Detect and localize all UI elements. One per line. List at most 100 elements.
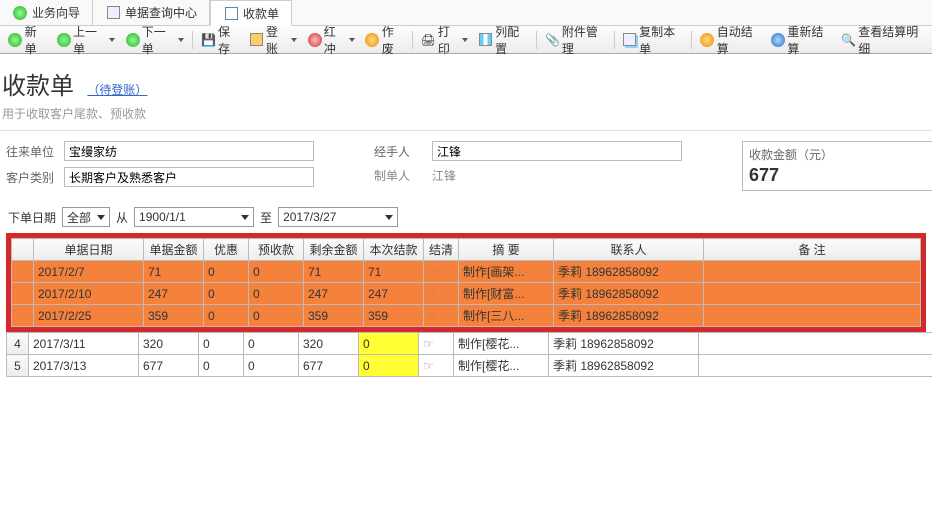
cell-summary[interactable]: 制作[樱花... <box>454 355 549 377</box>
cell-amount[interactable]: 359 <box>144 305 204 327</box>
chevron-down-icon <box>178 38 184 42</box>
guide-icon <box>12 5 28 21</box>
attach-button[interactable]: 📎附件管理 <box>541 21 610 59</box>
cell-thispay[interactable]: 71 <box>364 261 424 283</box>
handler-label: 经手人 <box>374 143 424 160</box>
columns-button[interactable]: 列配置 <box>474 21 532 59</box>
col-settle[interactable]: 结清 <box>424 239 459 261</box>
cell-date[interactable]: 2017/2/7 <box>34 261 144 283</box>
cell-discount[interactable]: 0 <box>199 333 244 355</box>
date-from-input[interactable]: 1900/1/1 <box>134 207 254 227</box>
cell-remain[interactable]: 359 <box>304 305 364 327</box>
cell-thispay[interactable]: 247 <box>364 283 424 305</box>
red-button[interactable]: 红冲 <box>303 21 359 59</box>
tab-label: 单据查询中心 <box>125 4 197 21</box>
col-date[interactable]: 单据日期 <box>34 239 144 261</box>
cell-date[interactable]: 2017/2/25 <box>34 305 144 327</box>
col-remain[interactable]: 剩余金额 <box>304 239 364 261</box>
cell-note[interactable] <box>699 333 932 355</box>
cell-discount[interactable]: 0 <box>204 305 249 327</box>
status-badge[interactable]: （待登账） <box>87 83 147 97</box>
col-contact[interactable]: 联系人 <box>554 239 704 261</box>
toolbar: 新单 上一单 下一单 💾保存 登账 红冲 作废 🖨打印 列配置 📎附件管理 复制… <box>0 26 932 54</box>
cell-thispay[interactable]: 0 <box>359 333 419 355</box>
cell-summary[interactable]: 制作[樱花... <box>454 333 549 355</box>
table-row[interactable]: 2017/2/25 359 0 0 359 359 ☞ 制作[三八... 季莉 … <box>12 305 921 327</box>
cell-date[interactable]: 2017/3/13 <box>29 355 139 377</box>
copy-button[interactable]: 复制本单 <box>619 21 688 59</box>
cell-contact[interactable]: 季莉 18962858092 <box>554 305 704 327</box>
table-row[interactable]: 2017/2/7 71 0 0 71 71 ☞ 制作[画架... 季莉 1896… <box>12 261 921 283</box>
cell-prepay[interactable]: 0 <box>249 305 304 327</box>
new-icon <box>8 32 23 48</box>
cell-amount[interactable]: 71 <box>144 261 204 283</box>
cell-remain[interactable]: 677 <box>299 355 359 377</box>
cell-thispay[interactable]: 0 <box>359 355 419 377</box>
cell-note[interactable] <box>699 355 932 377</box>
cust-type-input[interactable] <box>64 167 314 187</box>
cell-discount[interactable]: 0 <box>199 355 244 377</box>
cell-summary[interactable]: 制作[财富... <box>459 283 554 305</box>
cell-discount[interactable]: 0 <box>204 261 249 283</box>
col-amount[interactable]: 单据金额 <box>144 239 204 261</box>
new-button[interactable]: 新单 <box>4 21 51 59</box>
prev-button[interactable]: 上一单 <box>53 21 120 59</box>
col-thispay[interactable]: 本次结款 <box>364 239 424 261</box>
cell-prepay[interactable]: 0 <box>249 283 304 305</box>
cell-settle[interactable]: ☞ <box>424 283 459 305</box>
cell-remain[interactable]: 320 <box>299 333 359 355</box>
cell-remain[interactable]: 247 <box>304 283 364 305</box>
cell-thispay[interactable]: 359 <box>364 305 424 327</box>
col-note[interactable]: 备 注 <box>704 239 921 261</box>
cell-contact[interactable]: 季莉 18962858092 <box>549 355 699 377</box>
range-select[interactable]: 全部 <box>62 207 110 227</box>
table-row[interactable]: 2017/2/10 247 0 0 247 247 ☞ 制作[财富... 季莉 … <box>12 283 921 305</box>
chevron-down-icon <box>349 38 355 42</box>
cell-date[interactable]: 2017/3/11 <box>29 333 139 355</box>
cell-note[interactable] <box>704 305 921 327</box>
cell-amount[interactable]: 320 <box>139 333 199 355</box>
cell-remain[interactable]: 71 <box>304 261 364 283</box>
date-to-input[interactable]: 2017/3/27 <box>278 207 398 227</box>
row-number: 5 <box>7 355 29 377</box>
cell-settle[interactable]: ☞ <box>424 305 459 327</box>
next-button[interactable]: 下一单 <box>121 21 188 59</box>
handler-input[interactable] <box>432 141 682 161</box>
view-settle-button[interactable]: 🔍查看结算明细 <box>837 21 928 59</box>
print-button[interactable]: 🖨打印 <box>417 21 473 59</box>
save-button[interactable]: 💾保存 <box>197 21 244 59</box>
cell-discount[interactable]: 0 <box>204 283 249 305</box>
row-number <box>12 261 34 283</box>
cell-summary[interactable]: 制作[三八... <box>459 305 554 327</box>
cell-note[interactable] <box>704 283 921 305</box>
partner-input[interactable] <box>64 141 314 161</box>
cell-contact[interactable]: 季莉 18962858092 <box>549 333 699 355</box>
cell-summary[interactable]: 制作[画架... <box>459 261 554 283</box>
cell-note[interactable] <box>704 261 921 283</box>
cell-prepay[interactable]: 0 <box>249 261 304 283</box>
col-discount[interactable]: 优惠 <box>204 239 249 261</box>
red-icon <box>307 32 321 48</box>
table-row[interactable]: 5 2017/3/13 677 0 0 677 0 ☞ 制作[樱花... 季莉 … <box>7 355 932 377</box>
chevron-down-icon <box>462 38 468 42</box>
cell-amount[interactable]: 247 <box>144 283 204 305</box>
cell-settle[interactable]: ☞ <box>419 333 454 355</box>
search-icon: 🔍 <box>841 32 856 48</box>
cell-prepay[interactable]: 0 <box>244 355 299 377</box>
post-button[interactable]: 登账 <box>246 21 302 59</box>
form-area: 往来单位 客户类别 经手人 制单人 江锋 收款金额（元） 677 <box>0 131 932 201</box>
col-summary[interactable]: 摘 要 <box>459 239 554 261</box>
cell-amount[interactable]: 677 <box>139 355 199 377</box>
cell-prepay[interactable]: 0 <box>244 333 299 355</box>
auto-settle-button[interactable]: 自动结算 <box>696 21 765 59</box>
col-prepay[interactable]: 预收款 <box>249 239 304 261</box>
col-rownum[interactable] <box>12 239 34 261</box>
re-settle-button[interactable]: 重新结算 <box>767 21 836 59</box>
table-row[interactable]: 4 2017/3/11 320 0 0 320 0 ☞ 制作[樱花... 季莉 … <box>7 333 932 355</box>
cell-contact[interactable]: 季莉 18962858092 <box>554 261 704 283</box>
cell-settle[interactable]: ☞ <box>424 261 459 283</box>
void-button[interactable]: 作废 <box>361 21 408 59</box>
cell-settle[interactable]: ☞ <box>419 355 454 377</box>
cell-contact[interactable]: 季莉 18962858092 <box>554 283 704 305</box>
cell-date[interactable]: 2017/2/10 <box>34 283 144 305</box>
